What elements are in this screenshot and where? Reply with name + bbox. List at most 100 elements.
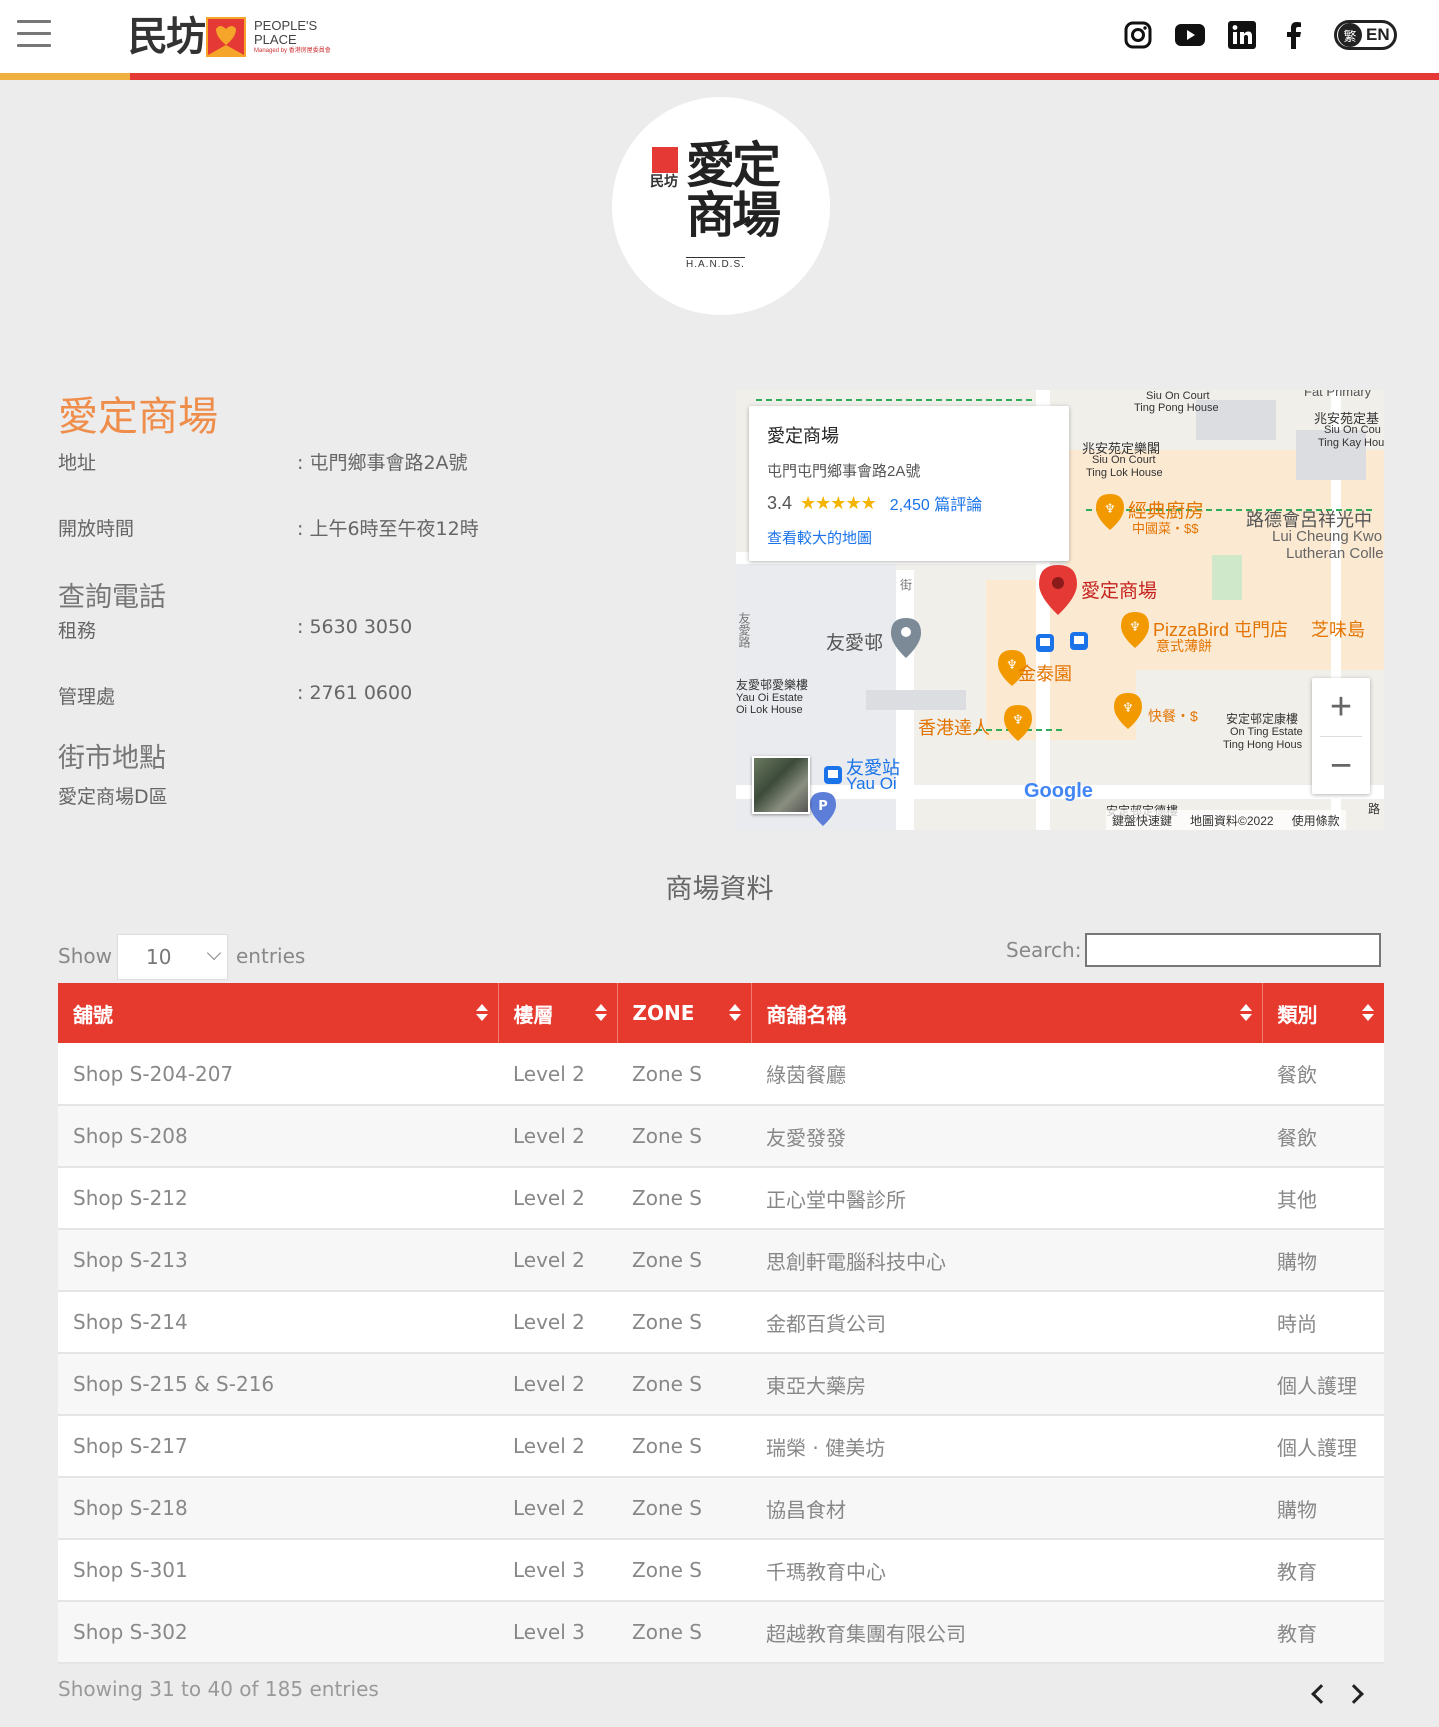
previous-page-icon[interactable] — [1311, 1684, 1331, 1704]
restaurant-pin-icon[interactable]: ♆ — [1121, 612, 1149, 648]
chevron-down-icon — [206, 945, 222, 961]
map-label-hk-talent: 香港達人 — [918, 718, 990, 738]
leasing-phone: : 5630 3050 — [297, 616, 413, 638]
cell-category: 其他 — [1277, 1187, 1317, 1212]
svg-text:♆: ♆ — [1012, 713, 1024, 728]
peoples-place-logo[interactable]: 民坊 PEOPLE'S PLACE Managed by 香港房屋委員會 — [128, 14, 331, 60]
map-label-siu-on-court: Siu On Court — [1146, 390, 1210, 402]
cell-shop-no: Shop S-214 — [73, 1310, 188, 1334]
zoom-in-button[interactable]: + — [1312, 678, 1370, 736]
column-header-shop-name[interactable]: 商舖名稱 — [751, 983, 1263, 1043]
cell-category: 購物 — [1277, 1249, 1317, 1274]
column-header-shop-no[interactable]: 舖號 — [58, 983, 499, 1043]
restaurant-pin-icon[interactable]: ♆ — [1096, 494, 1124, 530]
entries-select-value: 10 — [146, 945, 172, 969]
cell-floor: Level 3 — [513, 1558, 585, 1582]
map-label-yauoi-lok-en2: Oi Lok House — [736, 704, 803, 716]
shop-table: 舖號 樓層 ZONE 商舖名稱 類別 Shop S-204-207 Level 2 Zone… — [58, 983, 1384, 1664]
map-card-rating: 3.4 ★★★★★ 2,450 篇評論 — [767, 491, 983, 515]
cell-category: 時尚 — [1277, 1311, 1317, 1336]
svg-text:P: P — [818, 799, 828, 814]
logo-mark-icon — [206, 15, 250, 59]
map-label-classic-kitchen-sub: 中國菜・$$ — [1132, 521, 1199, 536]
youtube-icon[interactable] — [1173, 18, 1207, 52]
column-header-floor[interactable]: 樓層 — [498, 983, 618, 1043]
logo-en-text: PEOPLE'S PLACE Managed by 香港房屋委員會 — [254, 18, 331, 55]
parking-pin-icon[interactable]: P — [810, 792, 836, 826]
entries-select[interactable]: 10 — [117, 934, 228, 980]
lang-en-label: EN — [1366, 25, 1390, 44]
language-toggle[interactable]: 繁 EN — [1334, 20, 1397, 50]
search-input[interactable] — [1085, 933, 1381, 967]
map-pin-main-icon[interactable] — [1039, 565, 1077, 615]
map-label-chiweidao: 芝味島 — [1311, 620, 1365, 640]
map-label-ting-pong: Ting Pong House — [1134, 402, 1219, 414]
cell-category: 個人護理 — [1277, 1373, 1357, 1398]
column-header-label: 舖號 — [73, 1002, 113, 1027]
view-larger-map-link[interactable]: 查看較大的地圖 — [767, 527, 1051, 548]
cell-floor: Level 2 — [513, 1496, 585, 1520]
header-accent-bar — [0, 73, 1439, 80]
cell-zone: Zone S — [632, 1496, 702, 1520]
table-info: Showing 31 to 40 of 185 entries — [58, 1677, 379, 1701]
shop-section-title: 商場資料 — [665, 874, 774, 905]
restaurant-pin-icon[interactable]: ♆ — [1004, 705, 1032, 741]
reviews-link[interactable]: 2,450 篇評論 — [890, 491, 983, 515]
svg-text:♆: ♆ — [1129, 620, 1141, 635]
svg-text:♆: ♆ — [1006, 658, 1018, 673]
logo-cn-text: 民坊 — [128, 14, 206, 60]
mgmt-phone: : 2761 0600 — [297, 682, 413, 704]
map-label-yauoi-lok-en1: Yau Oi Estate — [736, 692, 804, 704]
terms-link[interactable]: 使用條款 — [1292, 812, 1340, 828]
map-label-main: 愛定商場 — [1081, 581, 1158, 602]
cell-floor: Level 2 — [513, 1248, 585, 1272]
map-label-road-right: 路 — [1368, 802, 1381, 816]
site-header: 民坊 PEOPLE'S PLACE Managed by 香港房屋委員會 繁 E… — [0, 0, 1439, 74]
map-label-fast-food: 快餐・$ — [1148, 708, 1198, 724]
menu-icon[interactable] — [17, 20, 51, 50]
mall-logo-hands: H.A.N.D.S. — [686, 257, 745, 270]
table-row: Shop S-218 Level 2 Zone S 協昌食材 購物 — [58, 1477, 1384, 1539]
keyboard-shortcuts-link[interactable]: 鍵盤快速鍵 — [1112, 812, 1172, 828]
cell-shop-no: Shop S-302 — [73, 1620, 188, 1644]
cell-zone: Zone S — [632, 1186, 702, 1210]
column-header-label: 類別 — [1277, 1002, 1318, 1027]
satellite-toggle-button[interactable] — [752, 756, 810, 814]
hours-label: 開放時間 — [58, 518, 135, 540]
sort-icon — [728, 1004, 741, 1022]
map-label-yauoi-lok: 友愛邨愛樂樓 — [736, 678, 809, 692]
instagram-icon[interactable] — [1121, 18, 1155, 52]
cell-zone: Zone S — [632, 1124, 702, 1148]
map-label-pizzabird-sub: 意式薄餅 — [1156, 638, 1212, 654]
cell-category: 購物 — [1277, 1497, 1317, 1522]
next-page-icon[interactable] — [1344, 1684, 1364, 1704]
estate-pin-icon[interactable] — [891, 618, 921, 658]
map-label-road-left: 友愛路 — [737, 612, 751, 648]
cell-shop-name: 綠茵餐廳 — [766, 1063, 846, 1087]
column-header-category[interactable]: 類別 — [1262, 983, 1384, 1043]
table-row: Shop S-204-207 Level 2 Zone S 綠茵餐廳 餐飲 — [58, 1043, 1384, 1105]
cell-floor: Level 2 — [513, 1124, 585, 1148]
cell-shop-name: 瑞榮 · 健美坊 — [766, 1435, 886, 1460]
cell-shop-name: 正心堂中醫診所 — [766, 1187, 906, 1212]
svg-text:♆: ♆ — [1122, 701, 1134, 716]
column-header-zone[interactable]: ZONE — [617, 983, 752, 1043]
cell-zone: Zone S — [632, 1061, 702, 1086]
rating-stars-icon: ★★★★★ — [800, 492, 877, 513]
cell-category: 個人護理 — [1277, 1435, 1357, 1460]
google-map[interactable]: 愛定商場 屯門屯門鄉事會路2A號 3.4 ★★★★★ 2,450 篇評論 查看較… — [736, 390, 1384, 830]
restaurant-pin-icon[interactable]: ♆ — [1114, 693, 1142, 729]
zoom-out-button[interactable]: − — [1312, 737, 1370, 795]
light-rail-station-icon[interactable] — [824, 766, 842, 784]
mall-logo-small: 民坊 — [650, 174, 678, 190]
bus-stop-icon[interactable] — [1036, 634, 1054, 652]
cell-floor: Level 2 — [513, 1434, 585, 1458]
cell-floor: Level 2 — [513, 1186, 585, 1210]
bus-stop-icon[interactable] — [1070, 632, 1088, 650]
column-header-label: 商舖名稱 — [766, 1002, 847, 1027]
facebook-icon[interactable] — [1277, 18, 1311, 52]
column-header-label: 樓層 — [513, 1002, 554, 1027]
linkedin-icon[interactable] — [1225, 18, 1259, 52]
map-label-lutheran-en1: Lui Cheung Kwo — [1272, 528, 1383, 545]
table-body: Shop S-204-207 Level 2 Zone S 綠茵餐廳 餐飲 Shop S-… — [58, 1043, 1384, 1663]
